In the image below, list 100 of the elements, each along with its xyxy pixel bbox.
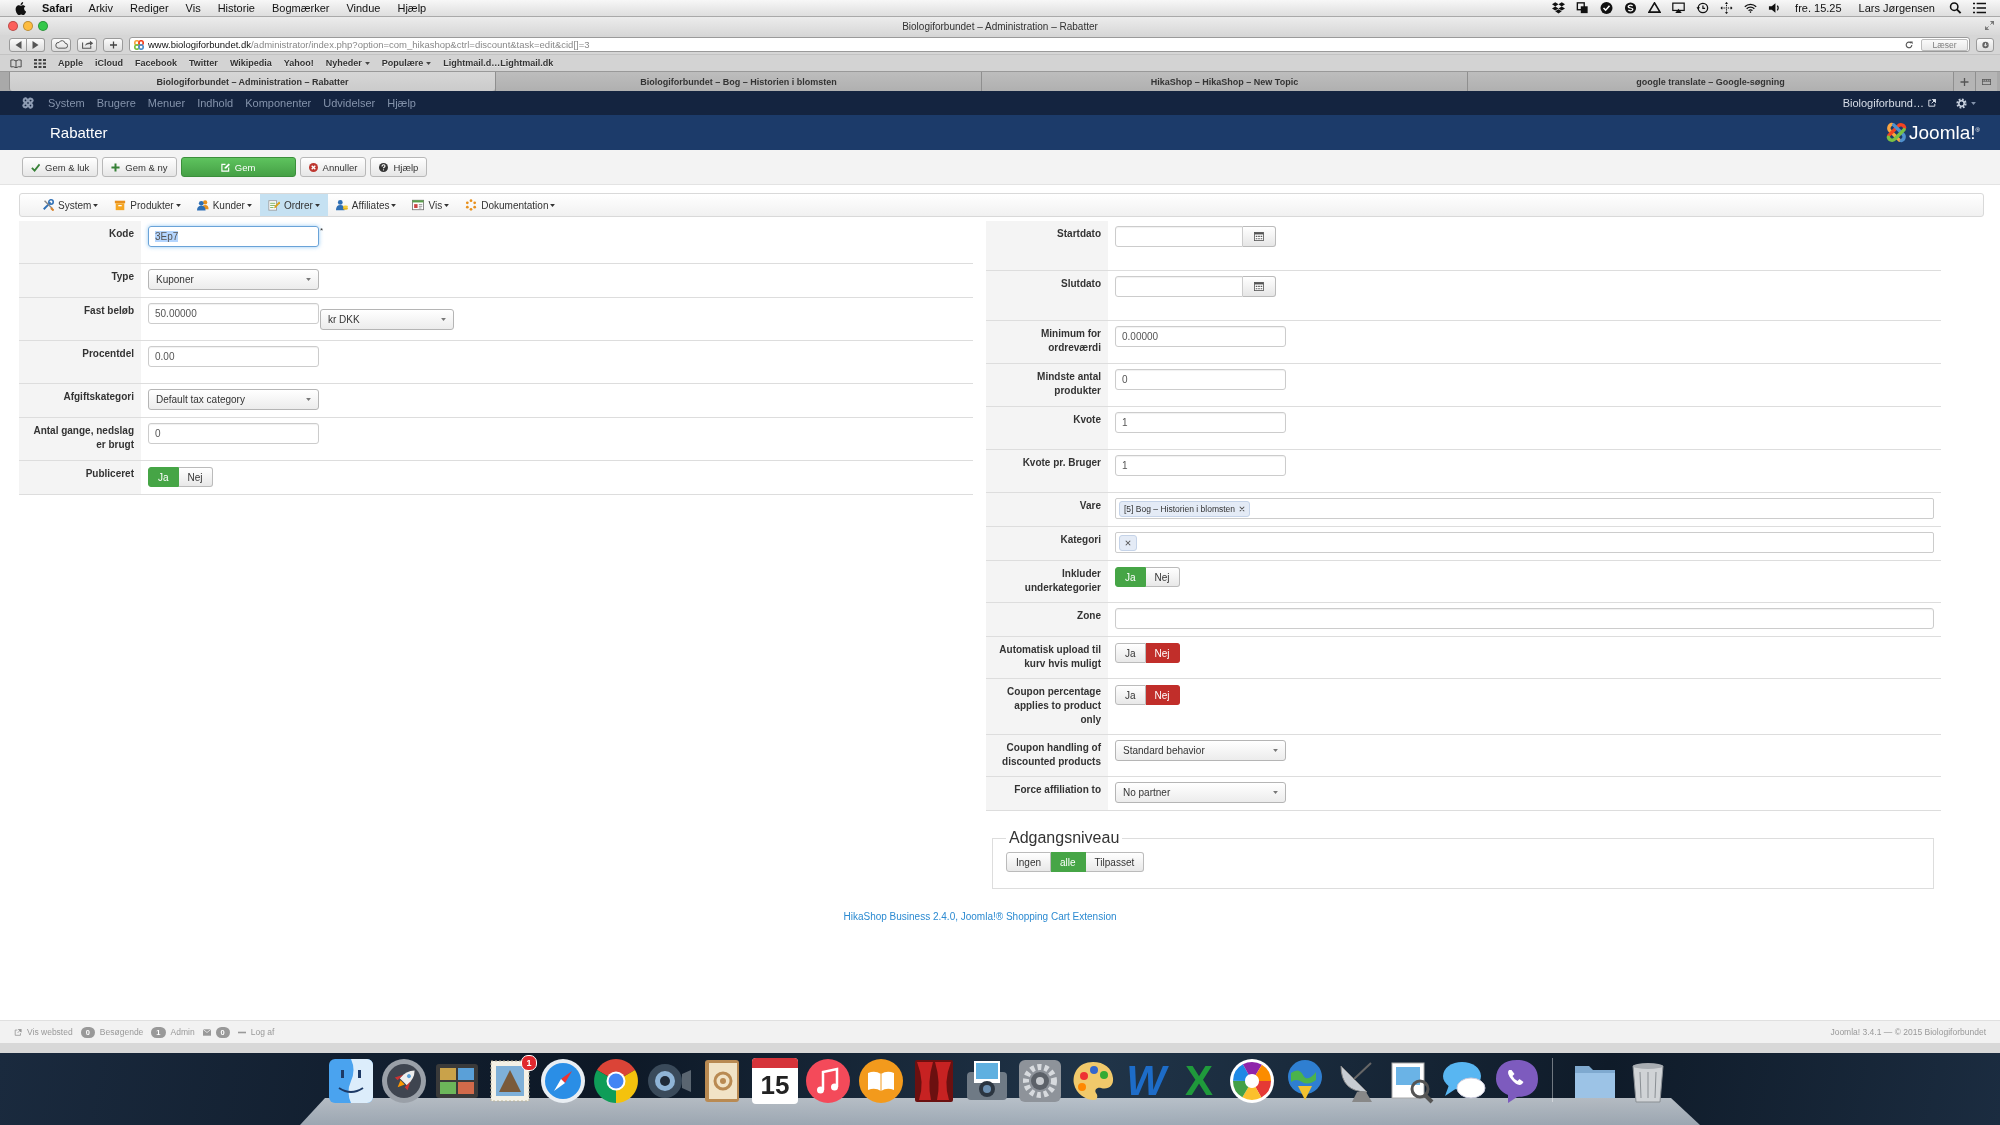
nav-menu-item[interactable]: System: [48, 97, 85, 109]
gear-icon[interactable]: [1017, 1058, 1063, 1104]
list-icon[interactable]: [1973, 2, 1986, 14]
browser-tab[interactable]: HikaShop – HikaShop – New Topic: [981, 72, 1467, 91]
search-icon[interactable]: [1949, 2, 1962, 14]
window-zoom-button[interactable]: [38, 21, 48, 31]
text-field[interactable]: 0.00000: [1115, 326, 1286, 347]
bookmark-link[interactable]: iCloud: [95, 58, 123, 68]
text-field[interactable]: 1: [1115, 412, 1286, 433]
toolbar-button[interactable]: Annuller: [299, 157, 367, 177]
user-name[interactable]: Lars Jørgensen: [1858, 2, 1935, 14]
toggle-option[interactable]: Ingen: [1006, 852, 1052, 872]
toggle-option[interactable]: Nej: [1145, 567, 1180, 587]
open-book-icon[interactable]: [858, 1058, 904, 1104]
toggle-option[interactable]: Nej: [178, 467, 213, 487]
nav-menu-item[interactable]: Hjælp: [387, 97, 416, 109]
date-field[interactable]: [1115, 226, 1243, 247]
bookmark-link[interactable]: Nyheder: [325, 58, 370, 68]
browser-tab[interactable]: Biologiforbundet – Bog – Historien i blomsten: [495, 72, 981, 91]
text-field[interactable]: 0: [148, 423, 319, 444]
bookmark-link[interactable]: Lightmail.d…Lightmail.dk: [443, 58, 554, 68]
browser-tab[interactable]: Biologiforbundet – Administration – Rabatter: [9, 72, 495, 91]
bookmark-link[interactable]: Yahoo!: [283, 58, 314, 68]
bookmark-link[interactable]: Apple: [58, 58, 83, 68]
reload-icon[interactable]: [1905, 40, 1913, 49]
forward-button[interactable]: [27, 37, 45, 52]
music-note-icon[interactable]: [805, 1058, 851, 1104]
envelope-icon[interactable]: [202, 1028, 211, 1036]
toggle-option[interactable]: Ja: [1115, 685, 1146, 705]
select-field[interactable]: Kuponer: [148, 269, 319, 290]
diamonds-icon[interactable]: [1552, 2, 1566, 14]
move-arrows-icon[interactable]: [1720, 2, 1734, 14]
settings-button[interactable]: [1956, 97, 1976, 109]
triangle-icon[interactable]: [1648, 2, 1662, 14]
tag-chip[interactable]: [1119, 534, 1137, 551]
toggle-option[interactable]: Ja: [1115, 643, 1146, 663]
browser-tab[interactable]: google translate – Google-søgning: [1467, 72, 1953, 91]
toolbar-button[interactable]: Hjælp: [370, 157, 428, 177]
date-picker-button[interactable]: [1243, 276, 1276, 297]
date-picker-button[interactable]: [1243, 226, 1276, 247]
overlapping-squares-icon[interactable]: [1576, 2, 1590, 14]
remove-icon[interactable]: [1125, 539, 1131, 546]
apple-icon[interactable]: [15, 1, 26, 15]
check-circle-icon[interactable]: [1600, 2, 1614, 14]
bookmark-link[interactable]: Populære: [381, 58, 432, 68]
menu-item[interactable]: Historie: [217, 2, 255, 14]
menu-item[interactable]: Arkiv: [88, 2, 114, 14]
toggle-option[interactable]: Nej: [1145, 643, 1180, 663]
select-field[interactable]: Default tax category: [148, 389, 319, 410]
date-field[interactable]: [1115, 276, 1243, 297]
toolbar-button[interactable]: Gem & luk: [22, 157, 99, 177]
toggle-option[interactable]: Tilpasset: [1085, 852, 1145, 872]
tag-chip[interactable]: [5] Bog – Historien i blomsten: [1119, 500, 1251, 517]
component-menu-item[interactable]: Kunder: [188, 194, 260, 216]
select-field[interactable]: Standard behavior: [1115, 740, 1286, 761]
wifi-icon[interactable]: [1744, 2, 1758, 14]
nav-menu-item[interactable]: Indhold: [197, 97, 234, 109]
rocket-icon[interactable]: [381, 1058, 427, 1104]
text-field[interactable]: 0.00: [148, 346, 319, 367]
clock[interactable]: fre. 15.25: [1795, 2, 1842, 14]
nav-menu-item[interactable]: Menuer: [147, 97, 186, 109]
loops-logo-icon[interactable]: [22, 97, 34, 109]
letter-logo[interactable]: X: [1176, 1058, 1222, 1104]
remove-icon[interactable]: [1239, 505, 1246, 512]
text-field[interactable]: 50.00000: [148, 303, 319, 324]
component-menu-item[interactable]: System: [34, 194, 107, 216]
fullscreen-icon[interactable]: [1985, 21, 1994, 30]
toggle-option[interactable]: Nej: [1145, 685, 1180, 705]
nav-menu-item[interactable]: Brugere: [96, 97, 136, 109]
select-field[interactable]: kr DKK: [320, 309, 454, 330]
menu-item[interactable]: Vis: [185, 2, 201, 14]
history-clock-icon[interactable]: [1696, 2, 1710, 14]
url-text[interactable]: www.biologiforbundet.dk/administrator/index.php?option=com_hikashop&ctrl=discount&task=edit&cid[]=3: [148, 39, 590, 50]
text-field[interactable]: 1: [1115, 455, 1286, 476]
nav-menu-item[interactable]: Udvidelser: [323, 97, 376, 109]
text-field[interactable]: 3Ep7: [148, 226, 319, 247]
tag-field[interactable]: [5] Bog – Historien i blomsten: [1115, 498, 1934, 519]
new-tab-button[interactable]: [1953, 72, 1975, 91]
text-field[interactable]: [1115, 608, 1934, 629]
tab-overview-button[interactable]: [1975, 72, 1997, 91]
nav-menu-item[interactable]: Komponenter: [245, 97, 312, 109]
menu-item[interactable]: Hjælp: [397, 2, 427, 14]
s-circle-icon[interactable]: [1624, 2, 1638, 14]
color-wheel-icon[interactable]: [1229, 1058, 1275, 1104]
back-button[interactable]: [9, 37, 27, 52]
component-menu-item[interactable]: Vis: [404, 194, 458, 216]
text-field[interactable]: 0: [1115, 369, 1286, 390]
toolbar-button[interactable]: Gem & ny: [102, 157, 177, 177]
footer-link[interactable]: HikaShop Business 2.4.0, Joomla!® Shopping Cart Extension: [843, 911, 1117, 922]
cloud-tabs-button[interactable]: [51, 37, 71, 52]
component-menu-item[interactable]: Affiliates: [327, 194, 405, 216]
calendar-icon[interactable]: 15: [752, 1058, 798, 1104]
stamp-icon[interactable]: [487, 1058, 533, 1104]
screen-share-icon[interactable]: [1672, 2, 1686, 14]
face-tile-icon[interactable]: [328, 1058, 374, 1104]
bookmark-link[interactable]: Wikipedia: [229, 58, 272, 68]
component-menu-item[interactable]: Produkter: [106, 194, 189, 216]
component-menu-item[interactable]: Dokumentation: [457, 194, 564, 216]
downloads-button[interactable]: [1976, 37, 1994, 52]
menu-item[interactable]: Rediger: [130, 2, 169, 14]
